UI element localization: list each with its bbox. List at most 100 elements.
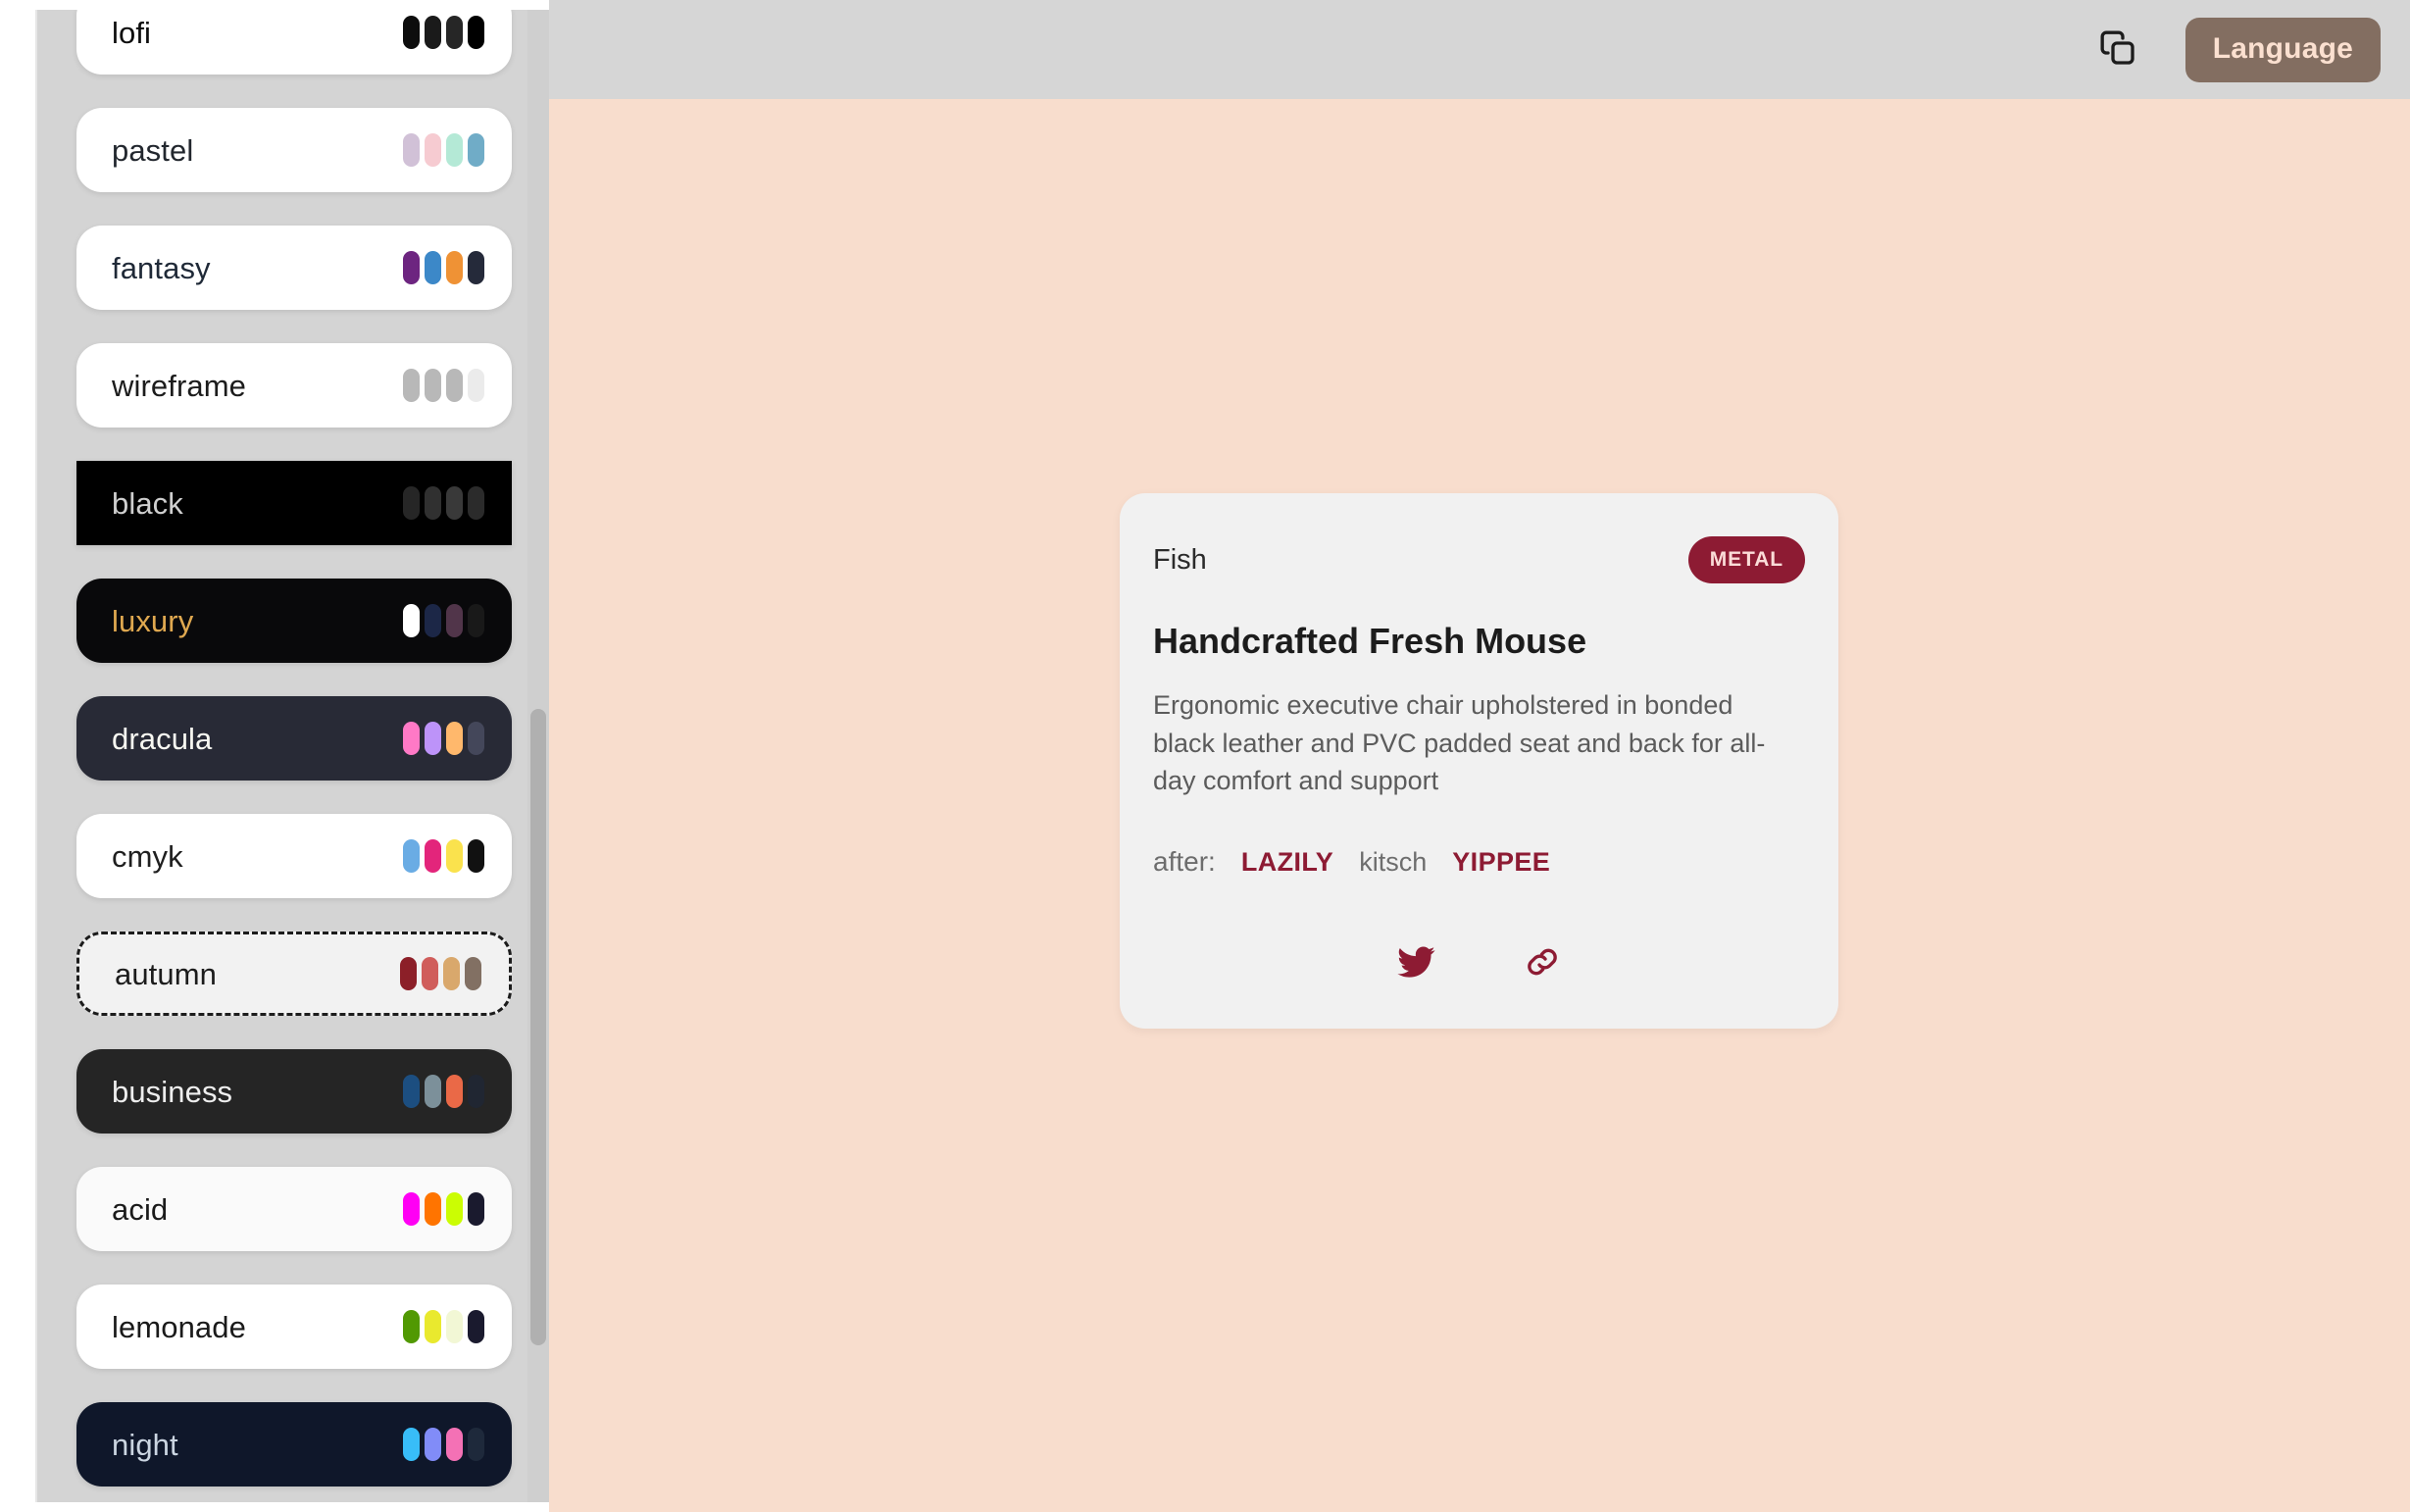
theme-item-fantasy[interactable]: fantasy xyxy=(76,226,512,310)
theme-item-label: lofi xyxy=(112,15,152,50)
swatch-0 xyxy=(403,1310,420,1343)
theme-item-label: cmyk xyxy=(112,838,183,874)
status-badge: METAL xyxy=(1687,536,1805,583)
theme-item-lemonade[interactable]: lemonade xyxy=(76,1285,512,1369)
swatch-0 xyxy=(403,604,420,637)
swatch-3 xyxy=(468,604,484,637)
theme-item-cmyk[interactable]: cmyk xyxy=(76,814,512,898)
swatch-0 xyxy=(403,133,420,167)
copy-link-button[interactable] xyxy=(1520,940,1565,985)
top-toolbar: Language xyxy=(549,0,2410,99)
swatch-3 xyxy=(468,722,484,755)
swatch-2 xyxy=(446,16,463,49)
product-card[interactable]: Fish METAL Handcrafted Fresh Mouse Ergon… xyxy=(1120,493,1838,1030)
theme-item-label: lemonade xyxy=(112,1309,246,1344)
swatch-2 xyxy=(446,1075,463,1108)
theme-item-lofi[interactable]: lofi xyxy=(76,10,512,75)
theme-item-business[interactable]: business xyxy=(76,1049,512,1134)
swatch-3 xyxy=(468,486,484,520)
theme-color-swatches xyxy=(403,1075,484,1108)
swatch-2 xyxy=(446,839,463,873)
card-description: Ergonomic executive chair upholstered in… xyxy=(1153,690,1766,796)
swatch-1 xyxy=(425,16,441,49)
theme-item-black[interactable]: black xyxy=(76,461,512,545)
swatch-1 xyxy=(425,604,441,637)
sidebar-scrollbar-thumb[interactable] xyxy=(530,709,546,1345)
card-header: Fish METAL xyxy=(1149,536,1809,583)
theme-item-luxury[interactable]: luxury xyxy=(76,579,512,663)
social-row xyxy=(1149,940,1809,995)
swatch-1 xyxy=(422,957,438,990)
tag-item-1[interactable]: kitsch xyxy=(1359,847,1427,878)
swatch-3 xyxy=(468,133,484,167)
swatch-1 xyxy=(425,1310,441,1343)
swatch-2 xyxy=(446,1192,463,1226)
theme-item-label: night xyxy=(112,1427,178,1462)
app-root: lofi pastel fantasy wireframe black luxury dra… xyxy=(0,0,2410,1512)
swatch-3 xyxy=(468,16,484,49)
swatch-0 xyxy=(403,16,420,49)
theme-item-pastel[interactable]: pastel xyxy=(76,108,512,192)
theme-item-label: wireframe xyxy=(112,368,246,403)
swatch-0 xyxy=(403,1075,420,1108)
link-icon xyxy=(1523,942,1562,984)
theme-color-swatches xyxy=(403,486,484,520)
swatch-1 xyxy=(425,839,441,873)
swatch-1 xyxy=(425,1428,441,1461)
swatch-0 xyxy=(403,722,420,755)
theme-item-label: black xyxy=(112,485,183,521)
swatch-2 xyxy=(446,1428,463,1461)
swatch-1 xyxy=(425,369,441,402)
theme-color-swatches xyxy=(403,1428,484,1461)
swatch-0 xyxy=(403,369,420,402)
theme-item-wireframe[interactable]: wireframe xyxy=(76,343,512,428)
swatch-0 xyxy=(403,1428,420,1461)
swatch-2 xyxy=(446,369,463,402)
theme-item-label: luxury xyxy=(112,603,194,638)
swatch-2 xyxy=(443,957,460,990)
content-canvas: Fish METAL Handcrafted Fresh Mouse Ergon… xyxy=(549,99,2410,1512)
swatch-1 xyxy=(425,1075,441,1108)
tag-row: after: LAZILY kitsch YIPPEE xyxy=(1149,846,1809,878)
swatch-1 xyxy=(425,133,441,167)
theme-item-dracula[interactable]: dracula xyxy=(76,696,512,781)
theme-color-swatches xyxy=(403,1192,484,1226)
swatch-2 xyxy=(446,486,463,520)
twitter-icon xyxy=(1396,942,1436,984)
card-title: Handcrafted Fresh Mouse xyxy=(1153,621,1587,661)
swatch-2 xyxy=(446,251,463,284)
theme-item-autumn[interactable]: autumn xyxy=(76,932,512,1016)
theme-item-label: pastel xyxy=(112,132,194,168)
theme-color-swatches xyxy=(403,16,484,49)
theme-color-swatches xyxy=(403,369,484,402)
theme-item-label: fantasy xyxy=(112,250,211,285)
swatch-0 xyxy=(403,486,420,520)
theme-sidebar: lofi pastel fantasy wireframe black luxury dra… xyxy=(35,10,549,1502)
theme-color-swatches xyxy=(403,1310,484,1343)
swatch-1 xyxy=(425,722,441,755)
theme-list: lofi pastel fantasy wireframe black luxury dra… xyxy=(37,10,549,1487)
swatch-2 xyxy=(446,604,463,637)
swatch-3 xyxy=(468,1428,484,1461)
language-button[interactable]: Language xyxy=(2184,17,2381,82)
swatch-3 xyxy=(468,369,484,402)
swatch-1 xyxy=(425,1192,441,1226)
theme-item-night[interactable]: night xyxy=(76,1402,512,1487)
theme-color-swatches xyxy=(403,839,484,873)
swatch-0 xyxy=(400,957,417,990)
sidebar-scrollbar-track[interactable] xyxy=(527,10,549,1502)
theme-item-label: acid xyxy=(112,1191,169,1227)
copy-button[interactable] xyxy=(2091,24,2144,76)
tag-item-2[interactable]: YIPPEE xyxy=(1452,847,1550,878)
twitter-share-button[interactable] xyxy=(1394,940,1439,985)
theme-color-swatches xyxy=(403,133,484,167)
swatch-2 xyxy=(446,1310,463,1343)
theme-color-swatches xyxy=(403,251,484,284)
swatch-3 xyxy=(468,1192,484,1226)
swatch-0 xyxy=(403,839,420,873)
theme-item-acid[interactable]: acid xyxy=(76,1167,512,1251)
theme-color-swatches xyxy=(403,722,484,755)
tag-item-0[interactable]: LAZILY xyxy=(1241,847,1333,878)
theme-color-swatches xyxy=(400,957,481,990)
swatch-3 xyxy=(468,1075,484,1108)
